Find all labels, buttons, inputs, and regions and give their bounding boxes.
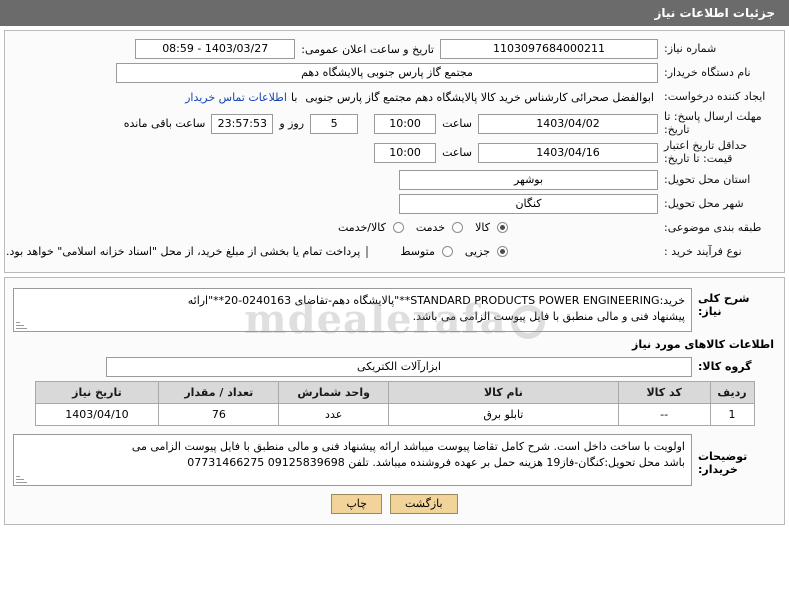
th-name: نام کالا [388, 380, 619, 404]
category-label: طبقه بندی موضوعی: [664, 220, 762, 234]
public-announce-label: تاریخ و ساعت اعلان عمومی: [301, 42, 434, 56]
requester-value: ابوالفضل صحرائی کارشناس خرید کالا پالایش… [305, 90, 654, 104]
description-textarea[interactable]: خرید:STANDARD PRODUCTS POWER ENGINEERING… [13, 287, 692, 332]
province-value: بوشهر [399, 169, 658, 190]
row-price-validity: حداقل تاریخ اعتبار قیمت: تا تاریخ: 1403/… [13, 139, 776, 165]
category-radio-kala-khedmat[interactable] [392, 222, 404, 234]
row-description: شرح کلی نیاز: خرید:STANDARD PRODUCTS POW… [13, 287, 776, 332]
city-label: شهر محل تحویل: [664, 196, 744, 210]
treasury-bond-label: پرداخت تمام یا بخشی از مبلغ خرید، از محل… [6, 245, 361, 259]
category-radio-khedmat[interactable] [452, 222, 464, 234]
resize-handle-icon-notes[interactable] [16, 473, 27, 484]
contact-with-label: با [291, 90, 298, 104]
th-code: کد کالا [617, 380, 711, 404]
description-label: شرح کلی نیاز: [698, 291, 750, 318]
deadline-hour-value: 10:00 [374, 113, 437, 134]
cell-qty: 76 [158, 402, 280, 426]
buyer-contact-link[interactable]: اطلاعات تماس خریدار [185, 91, 287, 104]
page-root: جزئیات اطلاعات نیاز شماره نیاز: 11030976… [0, 0, 789, 598]
cell-code: -- [617, 402, 711, 426]
need-number-label: شماره نیاز: [664, 42, 717, 56]
buyer-org-value: مجتمع گاز پارس جنوبی پالایشگاه دهم [116, 63, 658, 83]
row-deadline: مهلت ارسال پاسخ: تا تاریخ: 1403/04/02 سا… [13, 110, 776, 136]
th-row: ردیف [709, 380, 755, 404]
cell-name: تابلو برق [388, 402, 619, 426]
row-city: شهر محل تحویل: کنگان [13, 193, 776, 214]
requester-label: ایجاد کننده درخواست: [664, 90, 766, 104]
description-panel: شرح کلی نیاز: خرید:STANDARD PRODUCTS POW… [4, 276, 785, 525]
table-row: 1 -- تابلو برق عدد 76 1403/04/10 [34, 402, 755, 426]
row-buyer-org: نام دستگاه خریدار: مجتمع گاز پارس جنوبی … [13, 63, 776, 83]
remaining-time-value: 23:57:53 [211, 113, 274, 134]
price-validity-hour-value: 10:00 [374, 142, 437, 163]
row-category: طبقه بندی موضوعی: کالا خدمت کالا/خدمت [13, 218, 776, 238]
back-button[interactable]: بازگشت [389, 493, 458, 514]
cell-unit: عدد [278, 402, 390, 426]
city-value: کنگان [399, 193, 658, 214]
row-need-number: شماره نیاز: 1103097684000211 تاریخ و ساع… [13, 39, 776, 59]
row-process-type: نوع فرآیند خرید : جزیی متوسط پرداخت تمام… [6, 242, 776, 262]
remaining-days-label: روز و [279, 117, 305, 131]
goods-group-label: گروه کالا: [698, 360, 752, 374]
page-title-bar: جزئیات اطلاعات نیاز [0, 0, 789, 26]
goods-group-value: ابزارآلات الکتریکی [106, 356, 692, 377]
th-qty: تعداد / مقدار [158, 380, 280, 404]
row-goods-group: گروه کالا: ابزارآلات الکتریکی [13, 356, 776, 377]
public-announce-value: 1403/03/27 - 08:59 [135, 39, 296, 59]
need-info-panel: شماره نیاز: 1103097684000211 تاریخ و ساع… [4, 30, 785, 273]
category-option-label-0: کالا [475, 221, 490, 235]
process-radio-jozi[interactable] [497, 246, 508, 258]
cell-date: 1403/04/10 [34, 402, 160, 426]
need-number-value: 1103097684000211 [440, 39, 658, 59]
process-option-label-1: متوسط [400, 245, 435, 259]
category-option-label-1: خدمت [415, 221, 446, 235]
category-option-label-2: کالا/خدمت [338, 221, 386, 235]
buyer-notes-line-0: اولویت با ساخت داخل است. شرح کامل تقاضا … [131, 439, 685, 453]
buyer-notes-label: توضیحات خریدار: [698, 449, 748, 476]
row-province: استان محل تحویل: بوشهر [13, 169, 776, 190]
th-unit: واحد شمارش [278, 380, 390, 404]
deadline-hour-label: ساعت [442, 117, 472, 131]
goods-section-title: اطلاعات کالاهای مورد نیاز [632, 337, 774, 351]
cell-row: 1 [709, 402, 755, 426]
page-title: جزئیات اطلاعات نیاز [654, 6, 775, 20]
process-radio-motevaset[interactable] [441, 246, 453, 258]
buyer-notes-textarea[interactable]: اولویت با ساخت داخل است. شرح کامل تقاضا … [13, 433, 692, 486]
row-buyer-notes: توضیحات خریدار: اولویت با ساخت داخل است.… [13, 433, 776, 486]
remaining-suffix-label: ساعت باقی مانده [123, 117, 206, 131]
th-date: تاریخ نیاز [34, 380, 160, 404]
buyer-org-label: نام دستگاه خریدار: [664, 66, 751, 80]
footer-buttons: بازگشت چاپ [13, 493, 776, 514]
table-header-row: ردیف کد کالا نام کالا واحد شمارش تعداد /… [34, 380, 755, 404]
process-option-label-0: جزیی [464, 245, 490, 259]
row-requester: ایجاد کننده درخواست: ابوالفضل صحرائی کار… [13, 87, 776, 107]
buyer-notes-line-1: باشد محل تحویل:کنگان-فاز19 هزینه حمل بر … [187, 455, 685, 469]
process-radio-group: جزیی متوسط [392, 245, 508, 258]
print-button[interactable]: چاپ [331, 493, 382, 514]
description-line-0: خرید:STANDARD PRODUCTS POWER ENGINEERING… [187, 293, 685, 307]
price-validity-date-value: 1403/04/16 [478, 142, 658, 163]
deadline-label: مهلت ارسال پاسخ: تا تاریخ: [664, 110, 762, 136]
category-radio-group: کالا خدمت کالا/خدمت [330, 221, 508, 234]
deadline-date-value: 1403/04/02 [478, 113, 658, 134]
process-type-label: نوع فرآیند خرید : [664, 244, 742, 258]
remaining-days-value: 5 [310, 113, 359, 134]
description-line-1: پیشنهاد فنی و مالی منطبق با فایل پیوست ا… [412, 309, 685, 323]
province-label: استان محل تحویل: [664, 172, 751, 186]
price-validity-hour-label: ساعت [442, 146, 472, 160]
resize-handle-icon[interactable] [16, 319, 27, 330]
treasury-bond-checkbox[interactable] [366, 245, 369, 258]
price-validity-label: حداقل تاریخ اعتبار قیمت: تا تاریخ: [664, 139, 748, 165]
goods-table: ردیف کد کالا نام کالا واحد شمارش تعداد /… [34, 380, 755, 426]
category-radio-kala[interactable] [497, 222, 508, 234]
